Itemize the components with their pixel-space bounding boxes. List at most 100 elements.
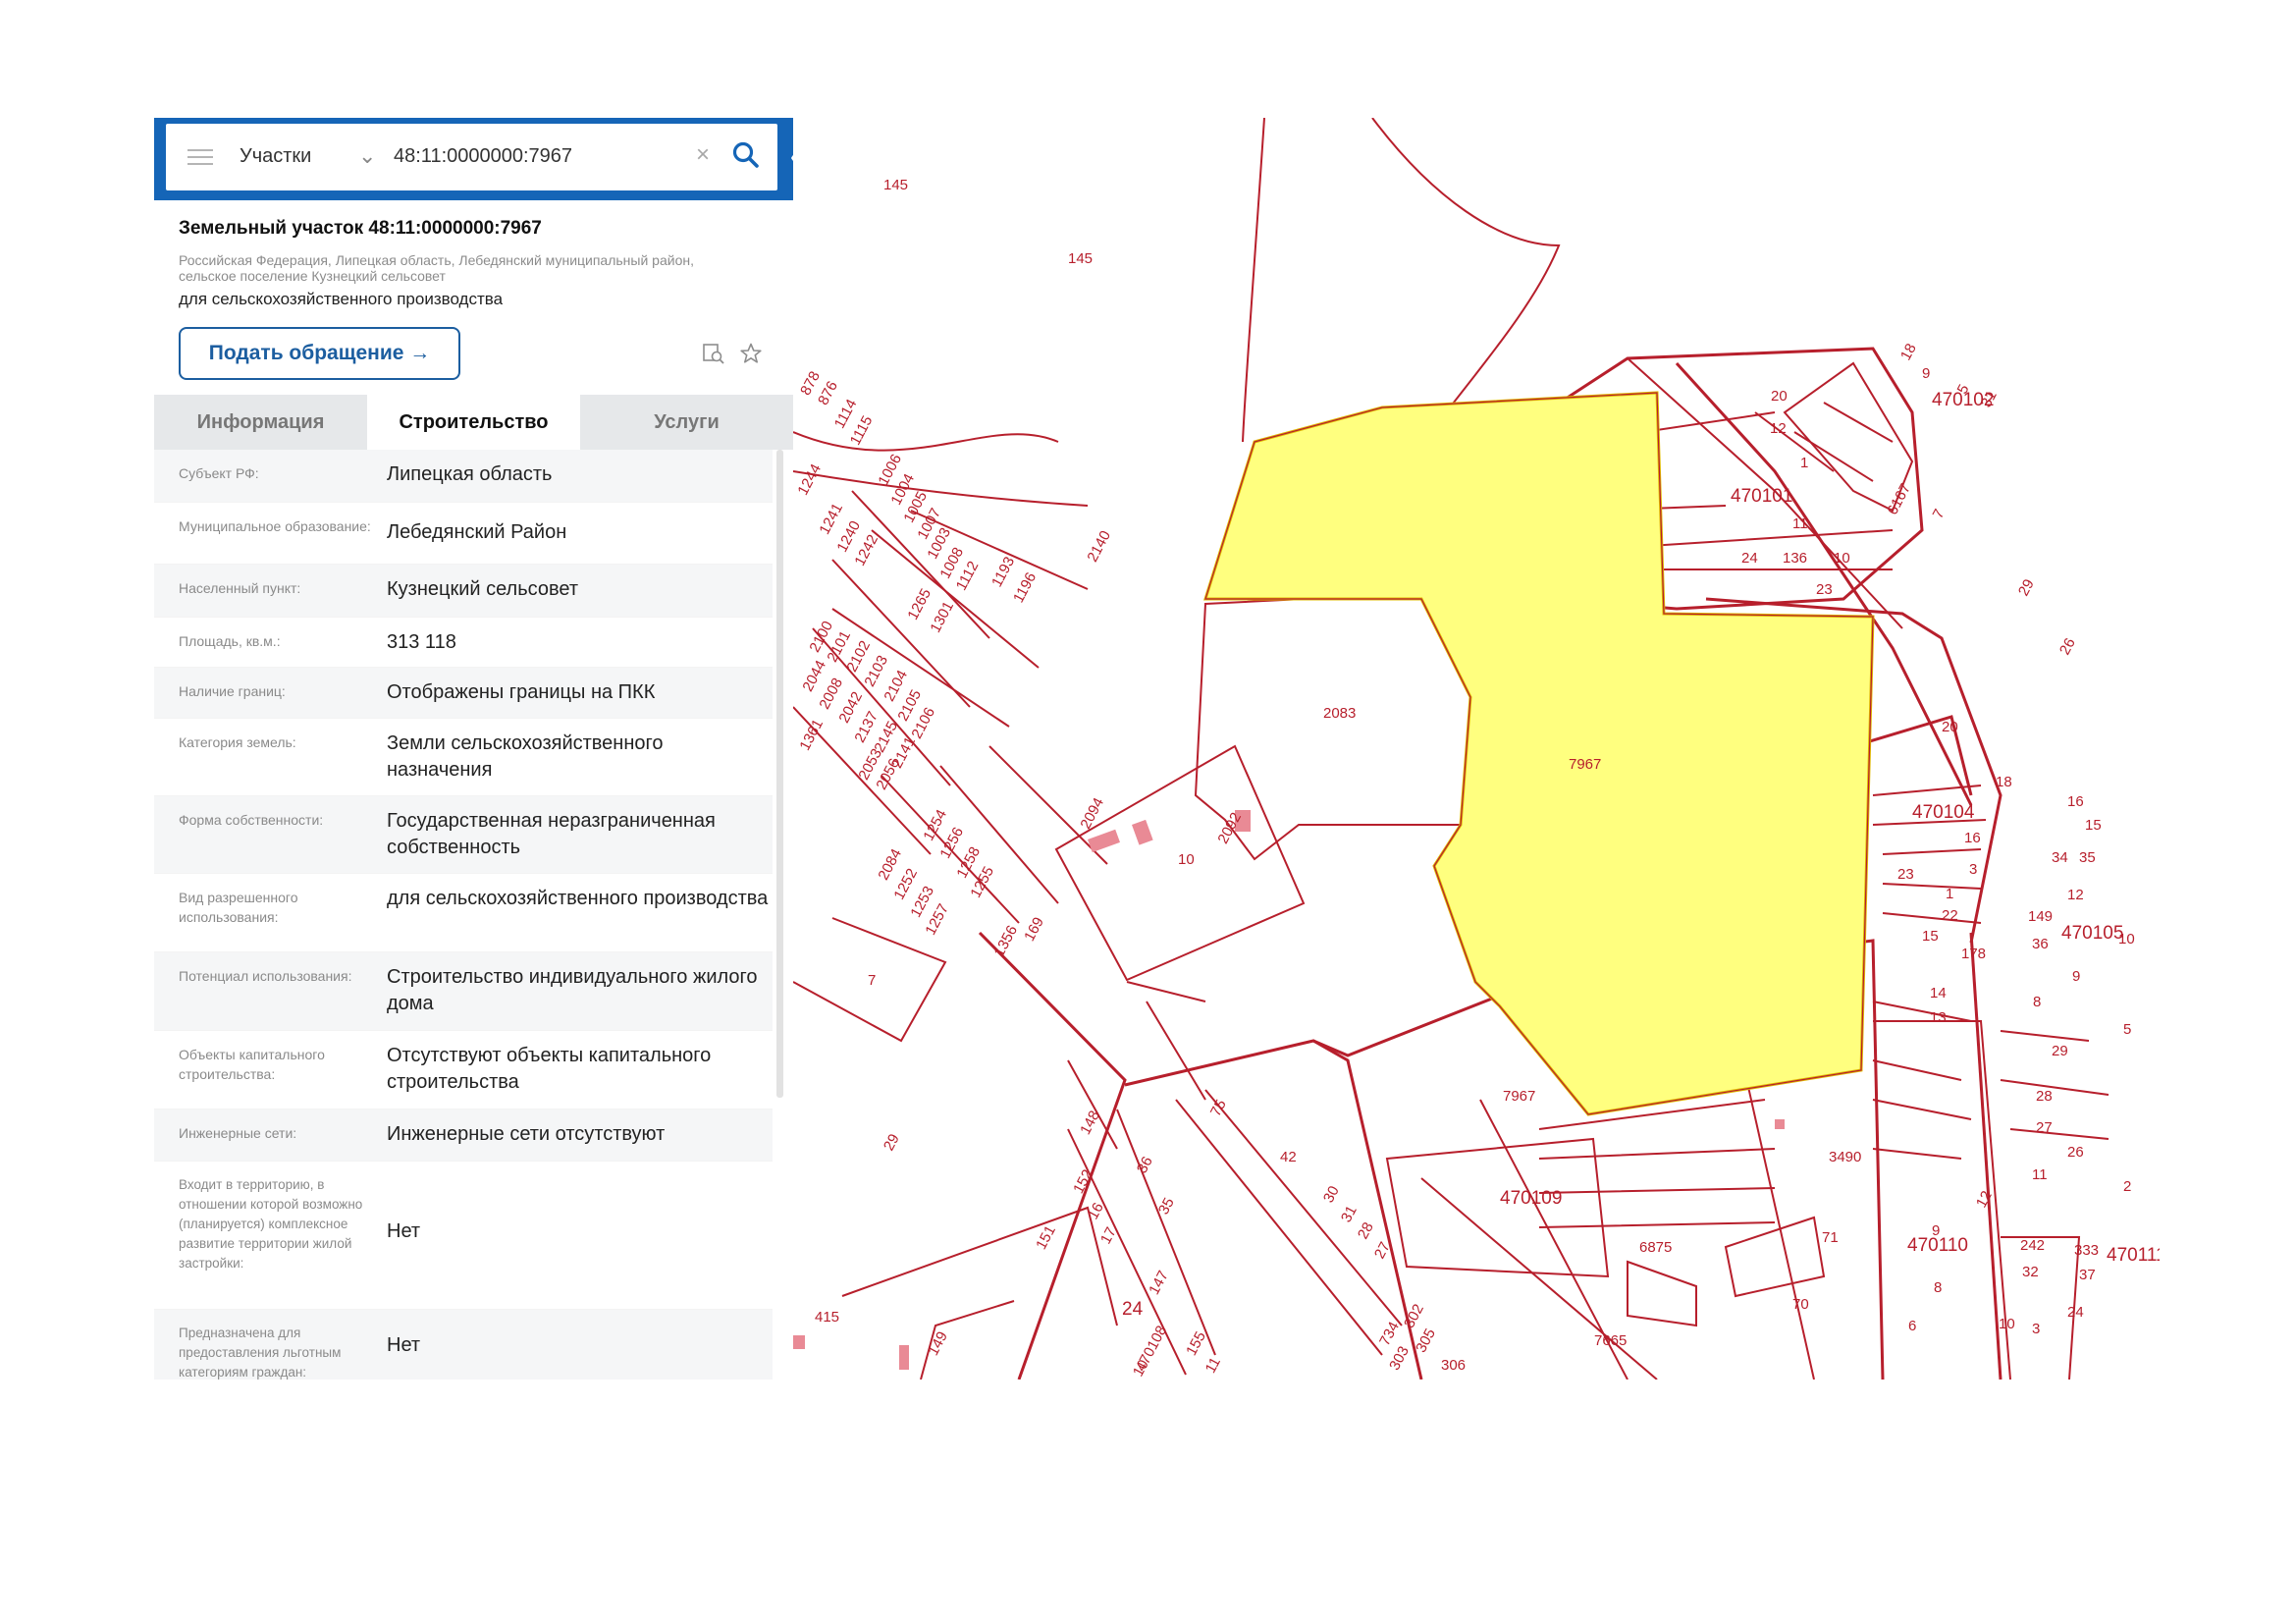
row-key: Входит в территорию, в отношении которой… xyxy=(179,1177,363,1271)
map-label: 470109 xyxy=(1500,1188,1563,1209)
map-label: 18 xyxy=(1996,774,2012,790)
map-label: 333 xyxy=(2074,1242,2100,1259)
map-label: 2 xyxy=(2123,1178,2132,1195)
row-key: Категория земель: xyxy=(179,734,296,750)
table-row: Форма собственности: Государственная нер… xyxy=(154,796,773,874)
row-value: Нет xyxy=(387,1220,421,1242)
map-label: 178 xyxy=(1961,946,1987,962)
map-label: 145 xyxy=(1068,250,1094,267)
map-label: 27 xyxy=(2036,1119,2053,1136)
row-value: 313 118 xyxy=(387,631,456,653)
map-label: 12 xyxy=(1770,420,1787,437)
map-label: 13 xyxy=(1930,1009,1947,1026)
row-value: для сельскохозяйственного производства xyxy=(387,888,769,909)
map-label: 20 xyxy=(1942,719,1958,735)
map-label: 2083 xyxy=(1323,705,1357,722)
row-key: Предназначена для предоставления льготны… xyxy=(179,1326,342,1380)
map-label: 35 xyxy=(2079,849,2096,866)
map-label: 3 xyxy=(2032,1321,2041,1337)
map-label: 12 xyxy=(2067,887,2084,903)
tab-information[interactable]: Информация xyxy=(154,395,367,450)
close-icon[interactable]: × xyxy=(696,141,710,169)
table-row: Вид разрешенного использования: для сель… xyxy=(154,874,773,952)
map-label: 10 xyxy=(1178,851,1195,868)
table-row: Объекты капитального строительства: Отсу… xyxy=(154,1031,773,1110)
row-value: Кузнецкий сельсовет xyxy=(387,578,579,600)
map-label: 23 xyxy=(1897,866,1914,883)
cadastral-map[interactable]: 145 145 7967 7967 2083 2094 2092 10 7 47… xyxy=(793,118,2160,1380)
tab-services[interactable]: Услуги xyxy=(580,395,793,450)
map-label: 6875 xyxy=(1639,1239,1673,1256)
parcel-boundaries xyxy=(793,118,2109,1380)
layer-select[interactable]: Участки xyxy=(240,145,311,168)
submit-appeal-button[interactable]: Подать обращение → xyxy=(179,327,460,380)
map-label: 10 xyxy=(1999,1316,2015,1332)
search-input[interactable]: 48:11:0000000:7967 xyxy=(394,145,572,168)
map-label: 37 xyxy=(2079,1267,2096,1283)
row-key: Объекты капитального строительства: xyxy=(179,1047,325,1082)
map-label: 24 xyxy=(1741,550,1758,567)
table-row: Категория земель: Земли сельскохозяйстве… xyxy=(154,719,773,796)
map-label: 71 xyxy=(1822,1229,1839,1246)
map-label: 3 xyxy=(1969,861,1978,878)
map-label: 36 xyxy=(2032,936,2049,952)
tab-bar: Информация Строительство Услуги xyxy=(154,395,793,450)
tab-construction[interactable]: Строительство xyxy=(367,395,580,450)
table-row: Муниципальное образование: Лебедянский Р… xyxy=(154,503,773,565)
row-value: Земли сельскохозяйственного назначения xyxy=(387,732,664,781)
menu-icon[interactable] xyxy=(187,149,213,165)
row-value: Инженерные сети отсутствуют xyxy=(387,1123,666,1145)
map-label: 70 xyxy=(1792,1296,1809,1313)
map-label: 8 xyxy=(1934,1279,1943,1296)
map-label: 15 xyxy=(1922,928,1939,945)
row-value: Нет xyxy=(387,1334,421,1356)
table-row: Предназначена для предоставления льготны… xyxy=(154,1310,773,1380)
map-label: 306 xyxy=(1441,1357,1467,1374)
map-label: 24 xyxy=(1122,1299,1144,1320)
row-key: Форма собственности: xyxy=(179,812,324,828)
row-key: Потенциал использования: xyxy=(179,968,352,984)
table-row: Инженерные сети: Инженерные сети отсутст… xyxy=(154,1110,773,1162)
map-label: 1 xyxy=(1800,455,1809,471)
search-icon[interactable] xyxy=(730,139,762,171)
table-row: Субъект РФ: Липецкая область xyxy=(154,450,773,503)
map-label: 470101 xyxy=(1731,486,1793,507)
row-key: Муниципальное образование: xyxy=(179,518,371,534)
map-label: 24 xyxy=(2067,1304,2084,1321)
table-row: Потенциал использования: Строительство и… xyxy=(154,952,773,1031)
row-value: Липецкая область xyxy=(387,463,553,485)
map-label: 28 xyxy=(2036,1088,2053,1105)
map-label: 22 xyxy=(1942,907,1958,924)
row-value: Отсутствуют объекты капитального строите… xyxy=(387,1045,712,1093)
plot-address: Российская Федерация, Липецкая область, … xyxy=(179,252,694,284)
row-value: Строительство индивидуального жилого дом… xyxy=(387,966,758,1014)
row-key: Наличие границ: xyxy=(179,683,286,699)
map-label: 3490 xyxy=(1829,1149,1862,1165)
map-label: 34 xyxy=(2052,849,2068,866)
map-label: 26 xyxy=(2067,1144,2084,1161)
zoom-to-icon[interactable] xyxy=(702,342,725,365)
search-bar: Участки ⌄ 48:11:0000000:7967 × ‹ xyxy=(154,118,793,200)
row-value: Государственная неразграниченная собстве… xyxy=(387,810,716,858)
map-label: 145 xyxy=(883,177,909,193)
table-row: Площадь, кв.м.: 313 118 xyxy=(154,618,773,668)
row-value: Отображены границы на ПКК xyxy=(387,681,656,703)
scrollbar[interactable] xyxy=(776,450,783,1098)
map-label: 20 xyxy=(1771,388,1788,405)
map-label: 10 xyxy=(2118,931,2135,947)
map-label: 7 xyxy=(868,972,877,989)
map-label: 5 xyxy=(2123,1021,2132,1038)
row-key: Субъект РФ: xyxy=(179,465,259,481)
star-icon[interactable] xyxy=(739,342,763,365)
map-label: 149 xyxy=(2028,908,2054,925)
map-label: 14 xyxy=(1930,985,1947,1001)
map-label: 16 xyxy=(1964,830,1981,846)
row-value: Лебедянский Район xyxy=(387,521,567,543)
map-label: 415 xyxy=(815,1309,840,1326)
chevron-down-icon[interactable]: ⌄ xyxy=(358,143,376,169)
map-label: 9 xyxy=(1922,365,1931,382)
map-label: 470104 xyxy=(1912,802,1975,823)
map-label: 8 xyxy=(2033,994,2042,1010)
row-key: Вид разрешенного использования: xyxy=(179,890,298,925)
map-label: 32 xyxy=(2022,1264,2039,1280)
